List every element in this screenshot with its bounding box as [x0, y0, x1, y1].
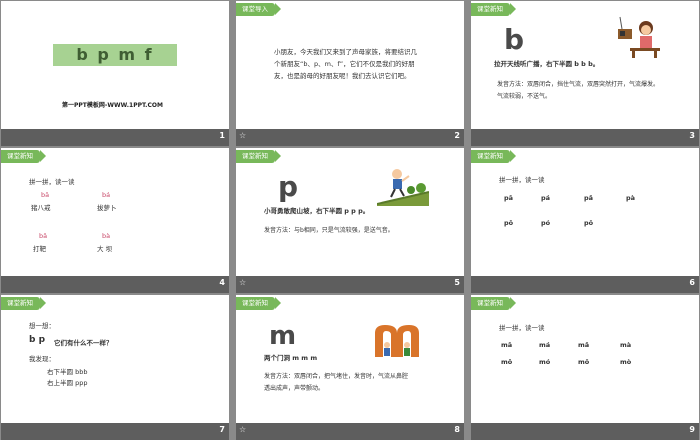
slide-number: 8 — [454, 425, 460, 434]
question-text: 它们有什么不一样？ — [54, 339, 113, 347]
intro-line-2: 个新朋友“b、p、m、f”，它们不仅是我们的好朋 — [274, 60, 415, 68]
slide-bar: ☆ 2 — [236, 129, 464, 146]
pinyin-ba2: bá — [102, 191, 111, 199]
b-method-2: 气流较弱，不送气。 — [497, 93, 552, 100]
slide-canvas: 课堂导入 小朋友，今天我们又来到了声母家族，将要结识几 个新朋友“b、p、m、f… — [236, 1, 464, 129]
section-badge: 课堂新知 — [471, 3, 516, 16]
section-badge: 课堂新知 — [471, 297, 516, 310]
slide-canvas: 课堂新知 拼一拼，读一读 mā má mǎ mà mō mó mǒ mò — [471, 295, 699, 423]
section-badge: 课堂新知 — [471, 150, 516, 163]
pinyin-pa1: pā — [504, 194, 514, 202]
slide-bar: ☆ 5 — [236, 276, 464, 293]
pinyin-ma1: mā — [501, 341, 513, 349]
slide-thumb-1[interactable]: b p m f 第一PPT模板网-WWW.1PPT.COM 1 — [1, 1, 229, 146]
boy-climbing-illustration-icon — [377, 169, 429, 206]
slide-number: 1 — [219, 131, 225, 140]
slide-bar: 6 — [471, 276, 699, 293]
letter-p: p — [278, 170, 299, 203]
m-method-2: 透出成声，声带颤动。 — [264, 385, 325, 392]
pinyin-po2: pó — [541, 219, 551, 227]
pinyin-mo4: mò — [620, 358, 632, 366]
found-line-2: 右上半圆 ppp — [47, 379, 88, 387]
question-letters: b p — [29, 335, 46, 345]
slide-bar: 7 — [1, 423, 229, 440]
m-caption: 两个门洞 m m m — [264, 354, 318, 362]
found-label: 我发现： — [29, 355, 55, 363]
slide-thumb-5[interactable]: 课堂新知 p 小哥勇敢爬山坡，右下半圆 p p p。 发音方法：与b相同，只是气… — [236, 148, 464, 293]
word-zhubajie: 猪八戒 — [31, 204, 51, 212]
p-caption: 小哥勇敢爬山坡，右下半圆 p p p。 — [264, 207, 370, 215]
m-method-1: 发音方法：双唇闭合，把气堵住，发音时，气流从鼻腔 — [264, 373, 409, 380]
title-letters: b p m f — [76, 45, 154, 64]
practice-heading: 拼一拼，读一读 — [29, 178, 75, 186]
slide-canvas: 课堂新知 b 拉开天线听广播，右下半圆 b b b。 发音方法：双唇闭合，挡住气… — [471, 1, 699, 129]
pinyin-mo2: mó — [539, 358, 551, 366]
p-method: 发音方法：与b相同，只是气流较强，是送气音。 — [264, 227, 394, 234]
pinyin-pa4: pà — [626, 194, 636, 202]
slide-thumb-2[interactable]: 课堂导入 小朋友，今天我们又来到了声母家族，将要结识几 个新朋友“b、p、m、f… — [236, 1, 464, 146]
pinyin-po3: pǒ — [584, 219, 594, 227]
slide-canvas: b p m f 第一PPT模板网-WWW.1PPT.COM — [1, 1, 229, 129]
pinyin-mo1: mō — [501, 358, 513, 366]
star-icon: ☆ — [239, 278, 247, 287]
slide-bar: 3 — [471, 129, 699, 146]
slide-bar: ☆ 8 — [236, 423, 464, 440]
b-method-1: 发音方法：双唇闭合，挡住气流，双唇突然打开，气流爆发。 — [497, 81, 660, 88]
slide-bar: 9 — [471, 423, 699, 440]
section-badge: 课堂新知 — [1, 150, 46, 163]
footer-text: 第一PPT模板网-WWW.1PPT.COM — [62, 102, 163, 109]
slide-number: 2 — [454, 131, 460, 140]
slide-canvas: 课堂新知 想一想： b p 它们有什么不一样？ 我发现： 右下半圆 bbb 右上… — [1, 295, 229, 423]
slide-canvas: 课堂新知 拼一拼，读一读 bā 猪八戒 bá 拔萝卜 bǎ 打靶 bà 大 坝 — [1, 148, 229, 276]
word-daba: 打靶 — [33, 245, 46, 253]
section-badge: 课堂新知 — [1, 297, 46, 310]
pinyin-ba3: bǎ — [39, 232, 48, 240]
letter-b: b — [504, 23, 525, 56]
slide-number: 5 — [454, 278, 460, 287]
double-door-m-illustration-icon — [375, 325, 419, 357]
pinyin-pa3: pǎ — [584, 194, 594, 202]
slide-canvas: 课堂新知 m 两个门洞 m m m 发音方法：双唇闭合，把气堵住，发音时，气流从… — [236, 295, 464, 423]
pinyin-ba4: bà — [102, 232, 111, 240]
slide-canvas: 课堂新知 p 小哥勇敢爬山坡，右下半圆 p p p。 发音方法：与b相同，只是气… — [236, 148, 464, 276]
word-daba2: 大 坝 — [97, 245, 113, 253]
section-badge: 课堂新知 — [236, 150, 281, 163]
think-label: 想一想： — [29, 322, 55, 330]
slide-thumb-6[interactable]: 课堂新知 拼一拼，读一读 pā pá pǎ pà pō pó pǒ 6 — [471, 148, 699, 293]
slide-thumb-8[interactable]: 课堂新知 m 两个门洞 m m m 发音方法：双唇闭合，把气堵住，发音时，气流从… — [236, 295, 464, 440]
practice-heading: 拼一拼，读一读 — [499, 324, 545, 332]
slide-number: 4 — [219, 278, 225, 287]
pinyin-mo3: mǒ — [578, 358, 590, 366]
slide-bar: 1 — [1, 129, 229, 146]
slide-thumb-4[interactable]: 课堂新知 拼一拼，读一读 bā 猪八戒 bá 拔萝卜 bǎ 打靶 bà 大 坝 … — [1, 148, 229, 293]
star-icon: ☆ — [239, 425, 247, 434]
pinyin-ma3: mǎ — [578, 341, 590, 349]
slide-number: 9 — [689, 425, 695, 434]
slide-canvas: 课堂新知 拼一拼，读一读 pā pá pǎ pà pō pó pǒ — [471, 148, 699, 276]
b-caption: 拉开天线听广播，右下半圆 b b b。 — [494, 60, 600, 68]
slide-bar: 4 — [1, 276, 229, 293]
slide-thumb-3[interactable]: 课堂新知 b 拉开天线听广播，右下半圆 b b b。 发音方法：双唇闭合，挡住气… — [471, 1, 699, 146]
practice-heading: 拼一拼，读一读 — [499, 176, 545, 184]
pinyin-pa2: pá — [541, 194, 551, 202]
intro-line-3: 友，也是韵母的好朋友呢！我们去认识它们吧。 — [274, 72, 411, 80]
pinyin-po1: pō — [504, 219, 514, 227]
pinyin-ba1: bā — [41, 191, 50, 199]
star-icon: ☆ — [239, 131, 247, 140]
section-badge: 课堂新知 — [236, 297, 281, 310]
girl-radio-illustration-icon — [618, 16, 660, 58]
slide-thumb-7[interactable]: 课堂新知 想一想： b p 它们有什么不一样？ 我发现： 右下半圆 bbb 右上… — [1, 295, 229, 440]
letter-m: m — [269, 321, 297, 351]
slide-thumb-9[interactable]: 课堂新知 拼一拼，读一读 mā má mǎ mà mō mó mǒ mò 9 — [471, 295, 699, 440]
pinyin-ma2: má — [539, 341, 551, 349]
slide-number: 7 — [219, 425, 225, 434]
intro-line-1: 小朋友，今天我们又来到了声母家族，将要结识几 — [274, 48, 417, 56]
section-badge: 课堂导入 — [236, 3, 281, 16]
title-box: b p m f — [53, 44, 177, 66]
pinyin-ma4: mà — [620, 341, 632, 349]
found-line-1: 右下半圆 bbb — [47, 368, 88, 376]
slide-number: 6 — [689, 278, 695, 287]
word-baluobo: 拔萝卜 — [97, 204, 117, 212]
slide-number: 3 — [689, 131, 695, 140]
